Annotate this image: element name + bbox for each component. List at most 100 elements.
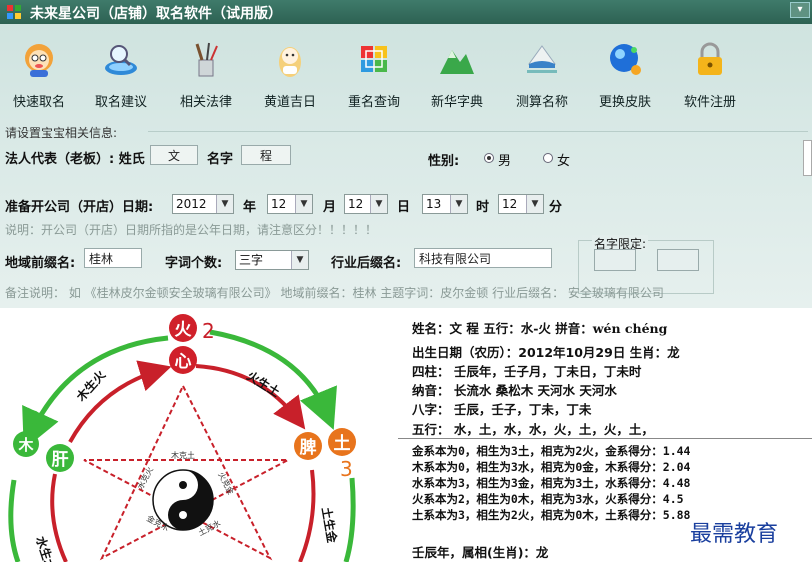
word-count-label: 字词个数:	[165, 256, 223, 271]
region-label: 地域前缀名:	[5, 256, 76, 271]
app-window: 未来星公司（店铺）取名软件（试用版） ▾ 快速取名 取名建议 相关法律 黄道吉日…	[0, 0, 812, 562]
surname-input[interactable]: 文	[150, 145, 198, 165]
region-input[interactable]: 桂林	[84, 248, 142, 268]
toolbar-label: 相关法律	[179, 95, 232, 110]
minute-value: 12	[502, 197, 518, 211]
industry-input[interactable]: 科技有限公司	[414, 248, 552, 268]
input-panel: 快速取名 取名建议 相关法律 黄道吉日 重名查询 新华字典 测算名称 更换皮肤 …	[0, 24, 812, 308]
chevron-down-icon[interactable]: ▼	[370, 195, 387, 213]
group-label: 请设置宝宝相关信息:	[5, 126, 118, 140]
hour-select[interactable]: 13 ▼	[422, 194, 468, 214]
wood-count: 0	[28, 407, 41, 431]
toolbar-lucky-day[interactable]: 黄道吉日	[247, 36, 333, 110]
heart-label: 心	[175, 352, 192, 372]
window-title: 未来星公司（店铺）取名软件（试用版）	[30, 6, 282, 22]
chevron-down-icon[interactable]: ▼	[291, 251, 308, 269]
five-elements-diagram: 木克土 水克火 火克金 金克木 土克水 木生火 火生土 土生金 水生木 火 心 …	[8, 314, 356, 562]
toolbar-xinhua-dictionary[interactable]: 新华字典	[414, 36, 500, 110]
toolbar-name-analysis[interactable]: 测算名称	[499, 36, 585, 110]
star-label-left: 水克火	[135, 465, 155, 491]
chevron-down-icon[interactable]: ▼	[216, 195, 233, 213]
toolbar-label: 取名建议	[94, 95, 147, 110]
padlock-icon	[698, 42, 722, 75]
given-name-input[interactable]: 程	[241, 145, 291, 165]
generate-arrow-earth-metal	[298, 469, 316, 562]
score-earth: 土系本为3，相生为2火，相克为0木，土系得分：5.88	[412, 508, 691, 522]
cartoon-kid-icon	[25, 44, 53, 77]
cycle-arrow-bottom-right	[343, 477, 356, 562]
star-label-top: 木克土	[171, 450, 195, 460]
score-wood: 木系本为0，相生为3水，相克为0金，木系得分：2.04	[412, 460, 691, 474]
toolbar-related-law[interactable]: 相关法律	[163, 36, 249, 110]
toolbar-naming-advice[interactable]: 取名建议	[78, 36, 164, 110]
month-select[interactable]: 12 ▼	[267, 194, 313, 214]
generate-arrow-fire-earth	[195, 364, 306, 430]
result-year-line: 壬辰年，属相(生肖)：龙	[412, 545, 549, 560]
result-pillars: 四柱： 壬辰年，壬子月，丁未日，丁未时	[412, 364, 642, 379]
gender-label: 性别:	[428, 154, 460, 169]
arrow-label-fire-earth: 火生土	[244, 368, 282, 400]
watermark-text: 最需教育	[690, 516, 779, 548]
year-select[interactable]: 2012 ▼	[172, 194, 234, 214]
male-radio[interactable]	[484, 153, 494, 163]
toolbar-label: 黄道吉日	[263, 95, 316, 110]
day-select[interactable]: 12 ▼	[344, 194, 388, 214]
star-label-right: 火克金	[216, 470, 236, 496]
toolbar-label: 软件注册	[683, 95, 736, 110]
date-hint: 说明：开公司（开店）日期所指的是公年日期，请注意区分！！！！！	[5, 223, 378, 237]
open-date-label: 准备开公司（开店）日期:	[5, 200, 154, 215]
generate-arrow-wood-fire	[68, 360, 172, 443]
panel-scroll-handle[interactable]	[803, 140, 812, 176]
day-value: 12	[348, 197, 364, 211]
arrow-label-earth-metal: 土生金	[319, 506, 340, 545]
result-birth-line: 出生日期（农历）：2012年10月29日 生肖：龙	[412, 345, 680, 360]
arrow-label-water-wood: 水生木	[33, 534, 59, 562]
window-menu-button[interactable]: ▾	[790, 2, 810, 18]
title-bar: 未来星公司（店铺）取名软件（试用版） ▾	[0, 0, 812, 24]
tent-tree-icon	[527, 45, 557, 73]
result-bazi: 八字： 壬辰，壬子，丁未，丁未	[412, 402, 592, 417]
year-value: 2012	[176, 197, 207, 211]
result-divider	[398, 438, 812, 439]
year-unit: 年	[243, 200, 257, 215]
chevron-down-icon[interactable]: ▼	[295, 195, 312, 213]
fire-label: 火	[175, 320, 193, 340]
fire-count: 2	[202, 319, 215, 343]
month-unit: 月	[323, 200, 337, 215]
group-divider	[148, 131, 808, 132]
toolbar-label: 快速取名	[12, 95, 65, 110]
female-radio[interactable]	[543, 153, 553, 163]
name-limit-input-1[interactable]	[594, 249, 636, 271]
earth-count: 3	[340, 457, 353, 481]
cycle-arrow-bottom-left	[8, 479, 21, 562]
hour-value: 13	[426, 197, 442, 211]
toolbar-change-skin[interactable]: 更换皮肤	[582, 36, 668, 110]
given-name-label: 名字	[207, 152, 234, 167]
baby-doll-icon	[279, 47, 301, 77]
spleen-label: 脾	[300, 437, 317, 458]
liver-label: 肝	[52, 450, 69, 470]
toolbar-label: 测算名称	[515, 95, 568, 110]
generate-arrow-water-wood	[50, 473, 68, 562]
word-count-select[interactable]: 三字 ▼	[235, 250, 309, 270]
toolbar-label: 更换皮肤	[598, 95, 651, 110]
chevron-down-icon[interactable]: ▼	[526, 195, 543, 213]
score-fire: 火系本为2，相生为0木，相克为3水，火系得分：4.5	[412, 492, 684, 506]
male-label: 男	[498, 154, 512, 169]
app-icon	[7, 5, 21, 19]
toolbar-label: 新华字典	[430, 95, 483, 110]
toolbar-label: 重名查询	[347, 95, 400, 110]
month-value: 12	[271, 197, 287, 211]
name-limit-input-2[interactable]	[657, 249, 699, 271]
word-count-value: 三字	[239, 253, 264, 267]
green-mountain-icon	[440, 50, 474, 74]
toolbar-duplicate-query[interactable]: 重名查询	[331, 36, 417, 110]
result-name-text: 姓名：文 程 五行：水-火 拼音：	[412, 321, 593, 336]
female-label: 女	[557, 154, 571, 169]
toolbar-quick-naming[interactable]: 快速取名	[0, 36, 82, 110]
minute-select[interactable]: 12 ▼	[498, 194, 544, 214]
chevron-down-icon[interactable]: ▼	[450, 195, 467, 213]
earth-label: 土	[334, 433, 351, 454]
toolbar-software-register[interactable]: 软件注册	[667, 36, 753, 110]
result-wuxing: 五行： 水，土，水，水，火，土，火，土，	[412, 422, 654, 437]
